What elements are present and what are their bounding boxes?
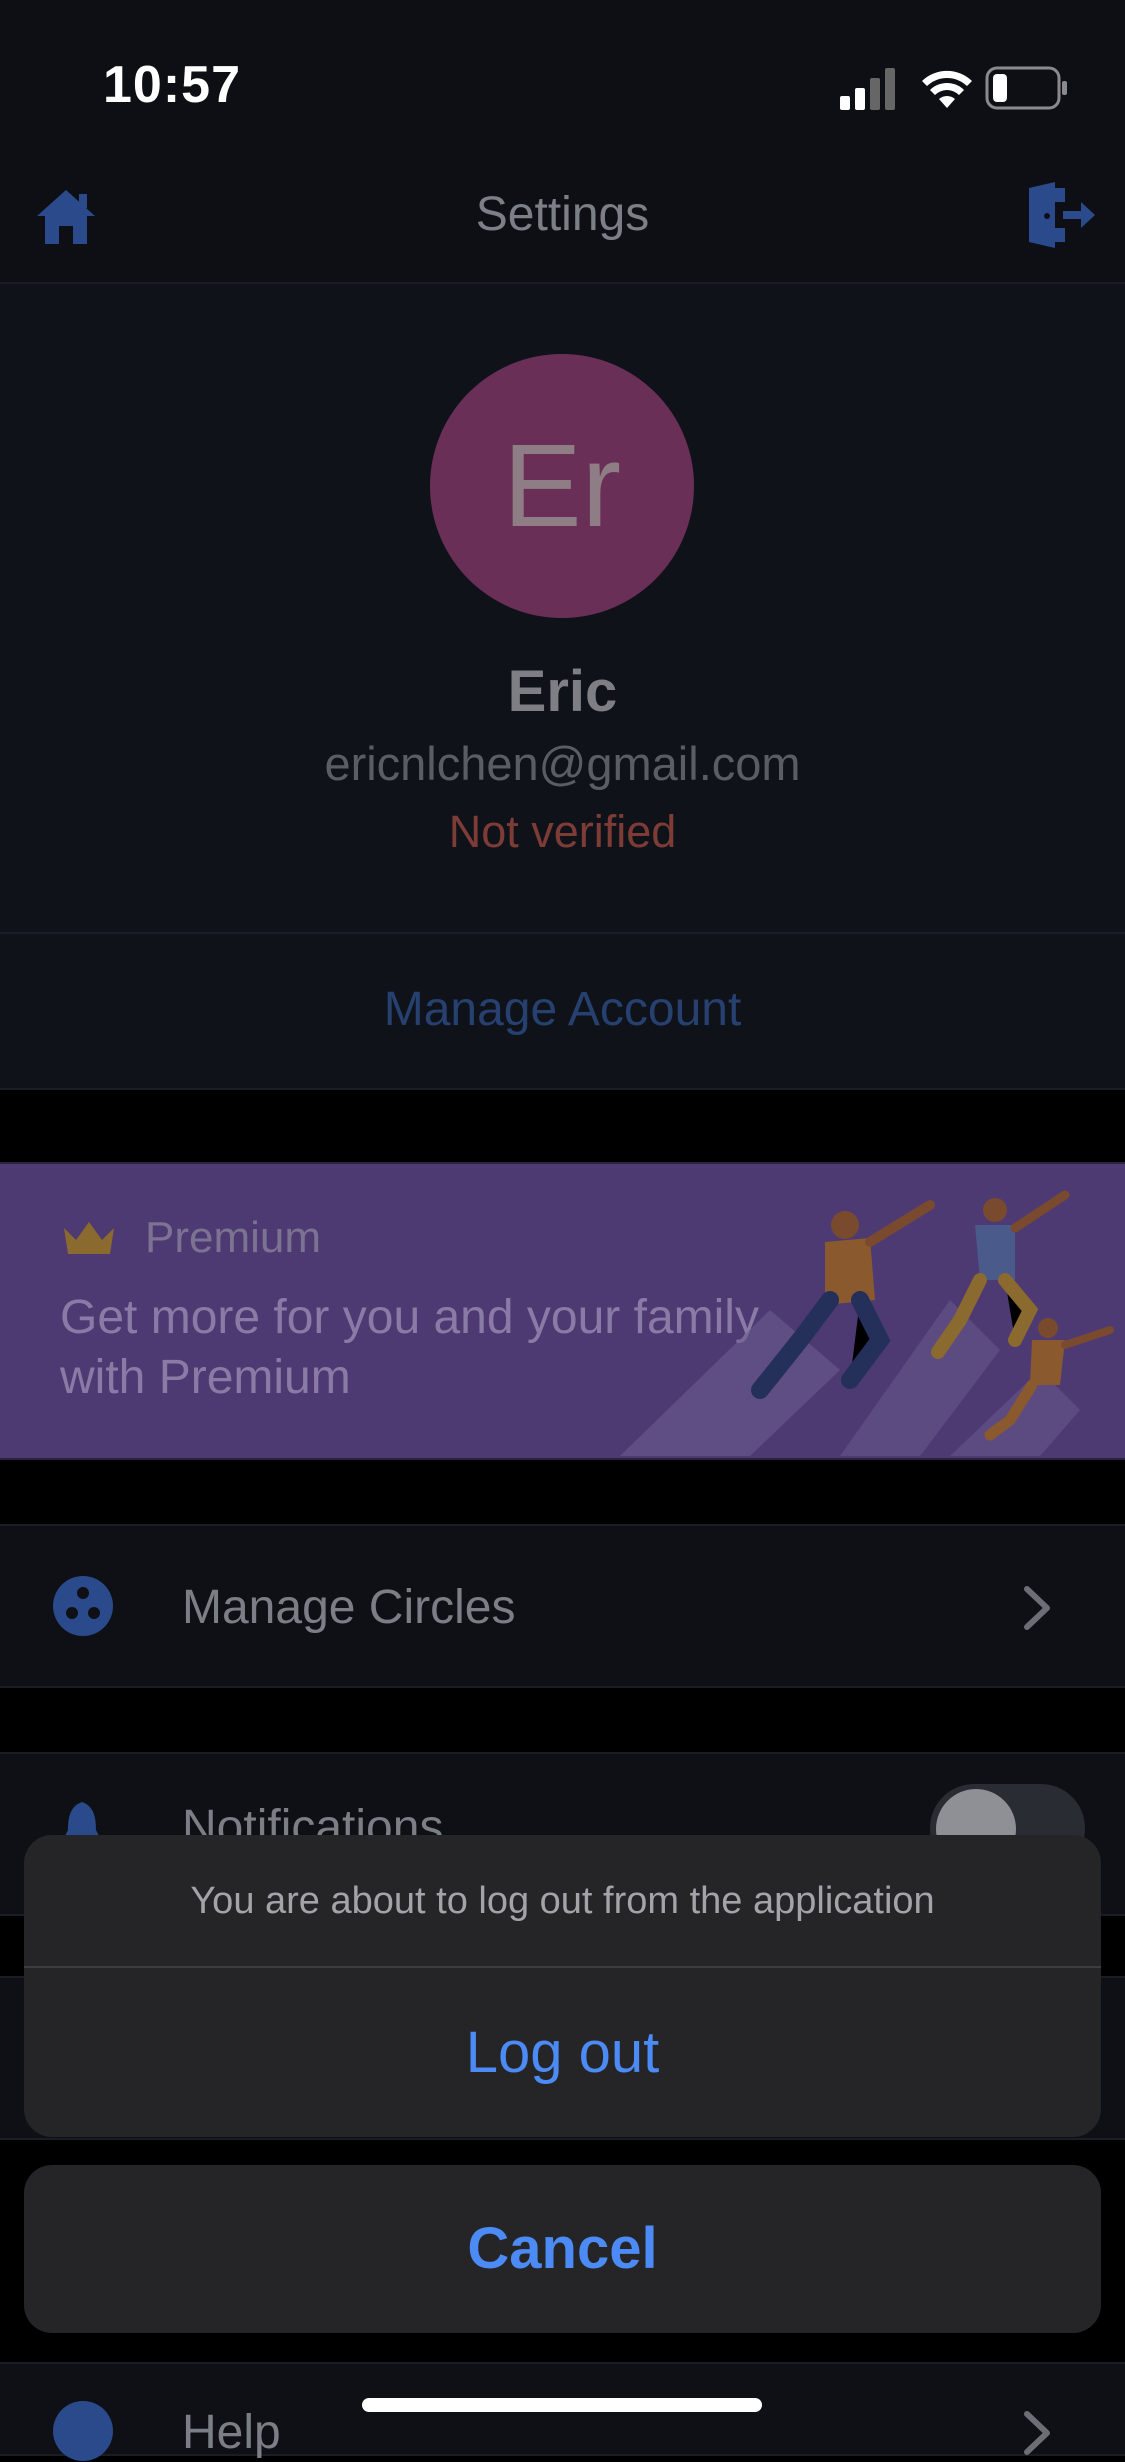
profile-name: Eric bbox=[507, 659, 618, 724]
flying-family-illustration bbox=[620, 1190, 1114, 1456]
manage-circles-row[interactable] bbox=[0, 1524, 1125, 1688]
profile-email: ericnlchen@gmail.com bbox=[324, 737, 801, 790]
wifi-icon bbox=[922, 70, 972, 108]
crown-icon bbox=[64, 1222, 114, 1254]
avatar[interactable]: Er bbox=[430, 354, 694, 618]
chevron-right-icon bbox=[1024, 1586, 1050, 1630]
manage-account-label[interactable]: Manage Account bbox=[0, 982, 1125, 1037]
cancel-button[interactable]: Cancel bbox=[24, 2165, 1101, 2333]
help-label: Help bbox=[182, 2406, 281, 2459]
signal-icon bbox=[840, 68, 895, 110]
logout-icon[interactable] bbox=[1025, 182, 1095, 248]
home-indicator[interactable] bbox=[362, 2398, 762, 2412]
status-time: 10:57 bbox=[103, 56, 241, 114]
chevron-right-icon bbox=[1024, 2411, 1050, 2455]
action-sheet-message: You are about to log out from the applic… bbox=[190, 1880, 935, 1922]
help-icon bbox=[53, 2401, 113, 2461]
logout-confirm-button[interactable]: Log out bbox=[24, 1968, 1101, 2137]
premium-tag: Premium bbox=[145, 1213, 322, 1262]
battery-icon bbox=[985, 66, 1067, 110]
page-title: Settings bbox=[475, 188, 650, 241]
circles-icon bbox=[53, 1576, 113, 1636]
verification-status: Not verified bbox=[448, 806, 677, 857]
manage-circles-label: Manage Circles bbox=[182, 1581, 516, 1634]
